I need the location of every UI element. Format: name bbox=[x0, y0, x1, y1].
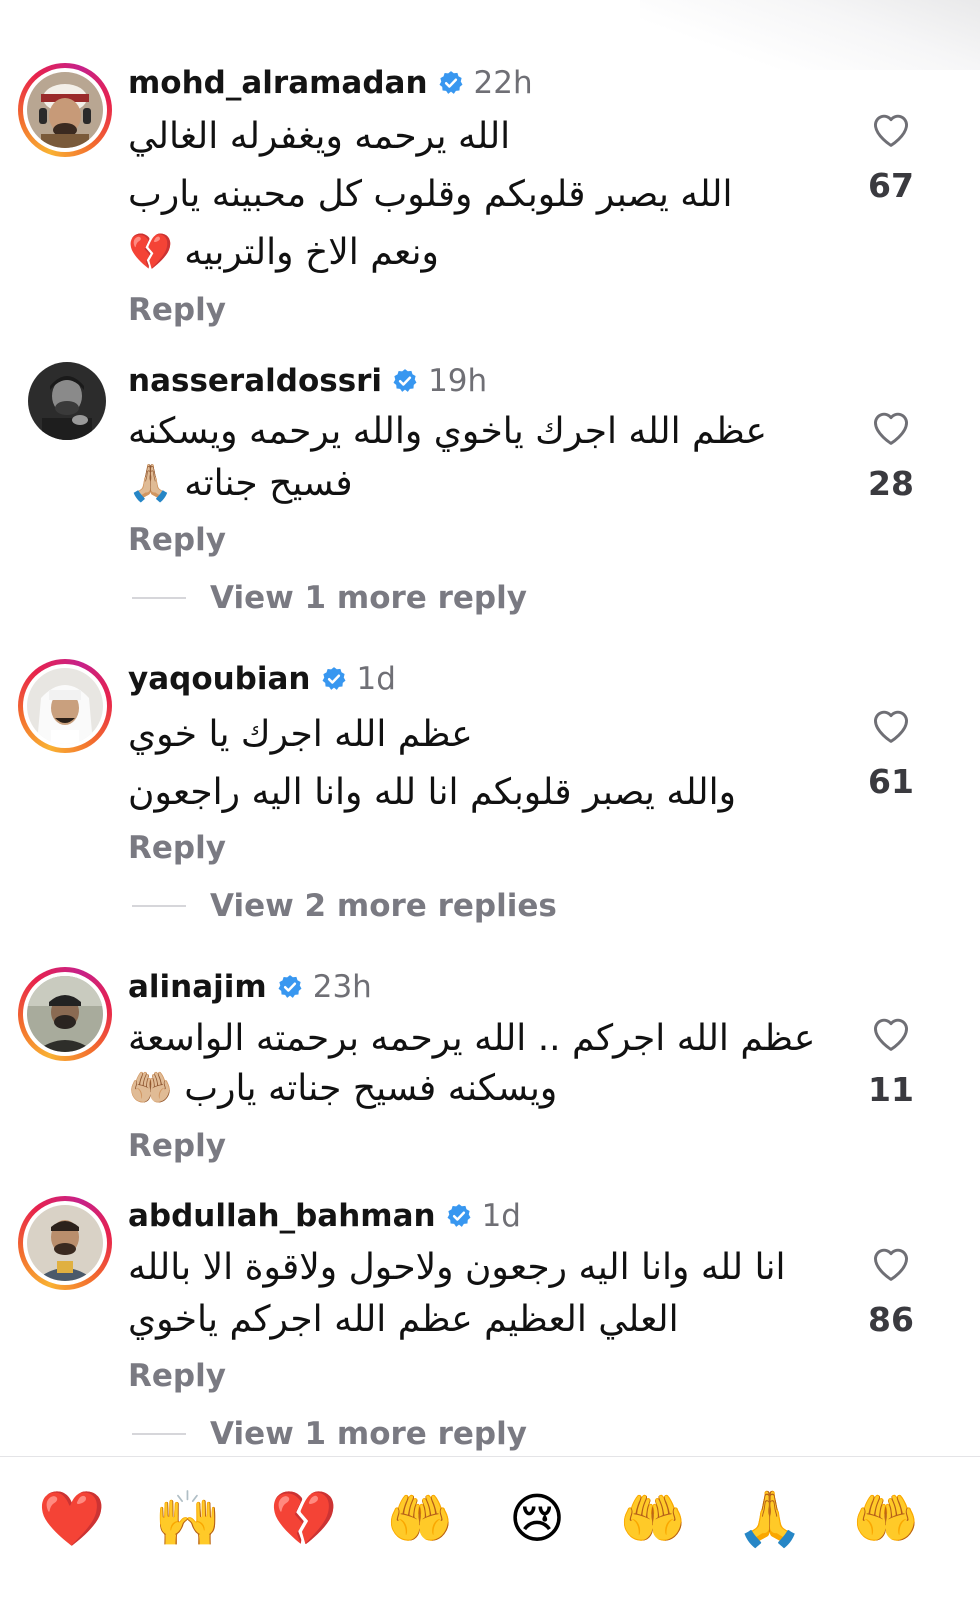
username[interactable]: mohd_alramadan bbox=[128, 65, 428, 101]
verified-badge-icon bbox=[439, 71, 462, 94]
thread-line bbox=[132, 1433, 186, 1435]
view-more-replies[interactable]: View 1 more reply bbox=[132, 1416, 527, 1452]
reply-button[interactable]: Reply bbox=[128, 522, 226, 558]
like-count: 61 bbox=[868, 762, 914, 801]
comment-time: 23h bbox=[312, 969, 372, 1005]
quick-reaction-bar: ❤️ 🙌 💔 🤲 😢 🤲 🙏 🤲 bbox=[0, 1456, 980, 1601]
like-count: 86 bbox=[868, 1300, 914, 1339]
folded-hands-emoji-button[interactable]: 🙏 bbox=[730, 1479, 810, 1559]
comment-line: عظم الله اجركم .. الله يرحمه برحمته الوا… bbox=[128, 1018, 816, 1059]
comment-time: 22h bbox=[473, 65, 533, 101]
heart-outline-icon[interactable] bbox=[870, 1244, 912, 1282]
reply-button[interactable]: Reply bbox=[128, 830, 226, 866]
view-more-replies[interactable]: View 1 more reply bbox=[132, 580, 527, 616]
comment-text: عظم الله اجرك ياخوي والله يرحمه ويسكنه ف… bbox=[128, 406, 818, 510]
heart-outline-icon[interactable] bbox=[870, 110, 912, 148]
comment-line: الله يصبر قلوبكم وقلوب كل محبينه يارب bbox=[128, 174, 733, 215]
verified-badge-icon bbox=[322, 667, 345, 690]
reply-button[interactable]: Reply bbox=[128, 1128, 226, 1164]
comment-time: 19h bbox=[428, 363, 488, 399]
heart-outline-icon[interactable] bbox=[870, 1014, 912, 1052]
username[interactable]: yaqoubian bbox=[128, 661, 311, 697]
avatar bbox=[28, 362, 106, 440]
broken-heart-emoji-button[interactable]: 💔 bbox=[264, 1479, 344, 1559]
comment-text: عظم الله اجركم .. الله يرحمه برحمته الوا… bbox=[128, 1014, 818, 1114]
comment-text: الله يرحمه ويغفرله الغالي الله يصبر قلوب… bbox=[128, 108, 818, 282]
comment-line: انا لله وانا اليه رجعون ولاحول ولاقوة ال… bbox=[128, 1247, 786, 1288]
red-heart-emoji-button[interactable]: ❤️ bbox=[32, 1479, 112, 1559]
comment-time: 1d bbox=[481, 1198, 521, 1234]
palms-up-emoji-button[interactable]: 🤲 bbox=[613, 1479, 693, 1559]
like-count: 67 bbox=[868, 166, 914, 205]
view-more-replies-label[interactable]: View 2 more replies bbox=[210, 888, 557, 924]
like-count: 11 bbox=[868, 1070, 914, 1109]
palms-up-emoji-button[interactable]: 🤲 bbox=[380, 1479, 460, 1559]
verified-badge-icon bbox=[393, 369, 417, 392]
thread-line bbox=[132, 905, 186, 907]
comment-text: عظم الله اجرك يا خوي والله يصبر قلوبكم ا… bbox=[128, 706, 818, 822]
avatar bbox=[27, 1205, 103, 1281]
comment-time: 1d bbox=[356, 661, 396, 697]
comment-line: عظم الله اجرك ياخوي والله يرحمه ويسكنه bbox=[128, 411, 768, 452]
verified-badge-icon bbox=[278, 975, 302, 998]
avatar-story-ring[interactable] bbox=[18, 63, 112, 157]
username[interactable]: alinajim bbox=[128, 969, 267, 1005]
comment-line: ويسكنه فسيح جناته يارب 🤲🏼 bbox=[128, 1068, 558, 1109]
reply-button[interactable]: Reply bbox=[128, 1358, 226, 1394]
comment-line: ونعم الاخ والتربيه 💔 bbox=[128, 232, 439, 273]
heart-outline-icon[interactable] bbox=[870, 706, 912, 744]
verified-badge-icon bbox=[447, 1204, 471, 1227]
top-shade bbox=[640, 0, 980, 70]
view-more-replies-label[interactable]: View 1 more reply bbox=[210, 1416, 527, 1452]
avatar bbox=[27, 72, 103, 148]
palms-up-emoji-button[interactable]: 🤲 bbox=[846, 1479, 926, 1559]
thread-line bbox=[132, 597, 186, 599]
comment-line: عظم الله اجرك يا خوي bbox=[128, 714, 473, 755]
view-more-replies-label[interactable]: View 1 more reply bbox=[210, 580, 527, 616]
like-count: 28 bbox=[868, 464, 914, 503]
avatar bbox=[27, 668, 103, 744]
comment-line: والله يصبر قلوبكم انا لله وانا اليه راجع… bbox=[128, 772, 736, 813]
avatar-story-ring[interactable] bbox=[18, 967, 112, 1061]
comment-line: العلي العظيم عظم الله اجركم ياخوي bbox=[128, 1299, 679, 1340]
username[interactable]: abdullah_bahman bbox=[128, 1198, 436, 1234]
avatar-frame[interactable] bbox=[18, 352, 112, 446]
view-more-replies[interactable]: View 2 more replies bbox=[132, 888, 557, 924]
comment-line: فسيح جناته 🙏🏼 bbox=[128, 463, 353, 504]
comment-text: انا لله وانا اليه رجعون ولاحول ولاقوة ال… bbox=[128, 1242, 818, 1346]
crying-face-emoji-button[interactable]: 😢 bbox=[497, 1479, 577, 1559]
avatar-story-ring[interactable] bbox=[18, 659, 112, 753]
avatar bbox=[27, 976, 103, 1052]
comment-line: الله يرحمه ويغفرله الغالي bbox=[128, 116, 511, 157]
reply-button[interactable]: Reply bbox=[128, 292, 226, 328]
username[interactable]: nasseraldossri bbox=[128, 363, 382, 399]
heart-outline-icon[interactable] bbox=[870, 408, 912, 446]
raising-hands-emoji-button[interactable]: 🙌 bbox=[148, 1479, 228, 1559]
avatar-story-ring[interactable] bbox=[18, 1196, 112, 1290]
